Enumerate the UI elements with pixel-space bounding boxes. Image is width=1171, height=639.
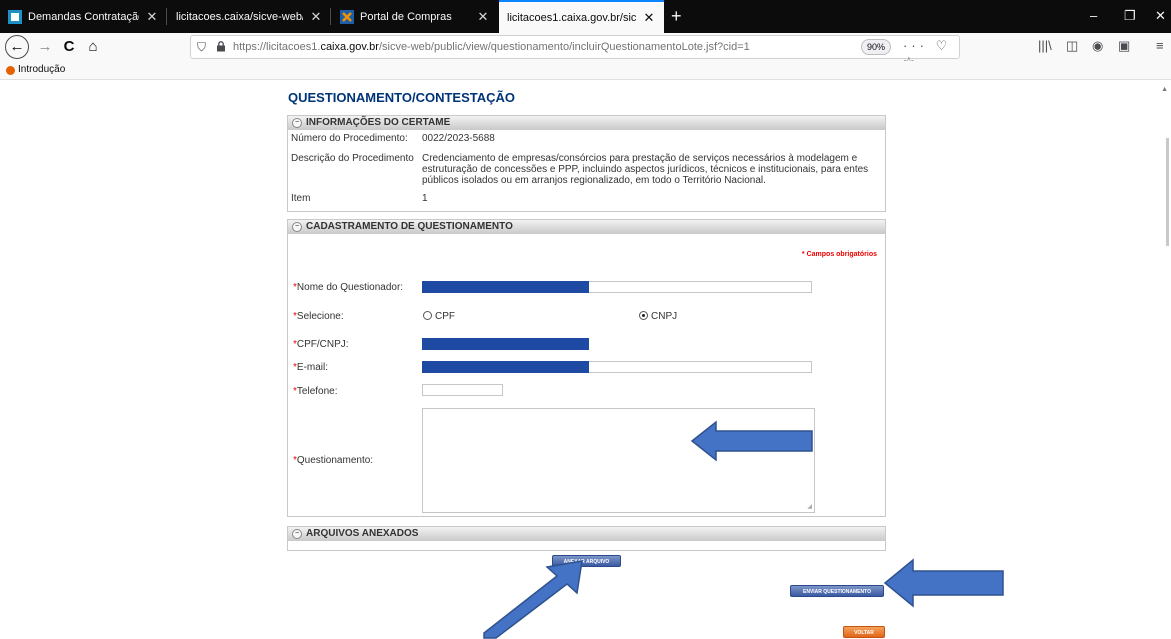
page-content: ▲ QUESTIONAMENTO/CONTESTAÇÃO − INFORMAÇÕ…: [0, 80, 1171, 639]
numero-value: 0022/2023-5688: [422, 133, 495, 144]
collapse-icon[interactable]: −: [292, 222, 302, 232]
tab-licitacoes-private[interactable]: licitacoes.caixa/sicve-web/private/ ✕: [168, 0, 331, 33]
bookmarks-toolbar: Introdução: [0, 61, 1171, 80]
tab-licitacoes1-active[interactable]: licitacoes1.caixa.gov.br/sicve-web/ ✕: [499, 0, 664, 33]
anexos-header[interactable]: − ARQUIVOS ANEXADOS: [288, 527, 885, 541]
close-tab-icon[interactable]: ✕: [642, 10, 656, 26]
library-icon[interactable]: |||\: [1038, 38, 1052, 53]
home-icon[interactable]: ⌂: [82, 36, 104, 58]
redaction-bar: [422, 281, 589, 293]
certame-panel: − INFORMAÇÕES DO CERTAME Número do Proce…: [287, 115, 886, 212]
caixa-logo-icon: [340, 9, 354, 24]
new-tab-button[interactable]: +: [671, 6, 682, 27]
tab-demandas[interactable]: Demandas Contratação ✕: [0, 0, 167, 33]
questionamento-label: *Questionamento:: [293, 455, 374, 466]
tab-bar: Demandas Contratação ✕ licitacoes.caixa/…: [0, 0, 1171, 33]
redaction-bar: [422, 361, 589, 373]
more-actions-icon[interactable]: ···: [903, 38, 928, 53]
annotation-arrow-left-icon: [690, 420, 813, 462]
annotation-arrow-left-icon: [883, 558, 1004, 608]
telefone-input[interactable]: [422, 384, 503, 396]
certame-header[interactable]: − INFORMAÇÕES DO CERTAME: [288, 116, 885, 130]
forward-icon[interactable]: →: [34, 36, 56, 58]
sharepoint-icon: [8, 9, 22, 24]
firefox-icon: [6, 66, 15, 75]
cadastro-panel: − CADASTRAMENTO DE QUESTIONAMENTO * Camp…: [287, 219, 886, 517]
navigation-toolbar: ← → C ⌂ ⛉ https://licitacoes1.caixa.gov.…: [0, 33, 1171, 69]
numero-label: Número do Procedimento:: [291, 133, 408, 144]
nome-label: *Nome do Questionador:: [293, 282, 404, 293]
minimize-button[interactable]: –: [1090, 8, 1097, 23]
pocket-icon[interactable]: ♡: [936, 38, 952, 53]
zoom-indicator[interactable]: 90%: [861, 39, 891, 55]
anexos-panel: − ARQUIVOS ANEXADOS: [287, 526, 886, 551]
tab-portal-compras[interactable]: Portal de Compras ✕: [332, 0, 498, 33]
url-bar[interactable]: ⛉ https://licitacoes1.caixa.gov.br/sicve…: [190, 35, 960, 69]
item-value: 1: [422, 193, 428, 204]
item-label: Item: [291, 193, 311, 204]
close-window-button[interactable]: ✕: [1155, 8, 1166, 24]
cpf-radio[interactable]: [423, 311, 432, 320]
cadastro-header[interactable]: − CADASTRAMENTO DE QUESTIONAMENTO: [288, 220, 885, 234]
tab-label: Portal de Compras: [360, 10, 452, 23]
cpf-option-label[interactable]: CPF: [435, 311, 455, 322]
account-icon[interactable]: ◉: [1092, 38, 1103, 54]
cpfcnpj-label: *CPF/CNPJ:: [293, 339, 349, 350]
shield-icon[interactable]: ⛉: [197, 40, 206, 55]
lock-icon[interactable]: [216, 41, 226, 52]
menu-icon[interactable]: ≡: [1156, 38, 1164, 53]
close-tab-icon[interactable]: ✕: [309, 9, 323, 25]
url-text[interactable]: https://licitacoes1.caixa.gov.br/sicve-w…: [233, 41, 750, 53]
descricao-value: Credenciamento de empresas/consórcios pa…: [422, 153, 869, 186]
back-icon[interactable]: ←: [5, 35, 29, 59]
bookmark-introducao[interactable]: Introdução: [18, 64, 65, 75]
collapse-icon[interactable]: −: [292, 529, 302, 539]
required-fields-note: * Campos obrigatórios: [801, 251, 877, 258]
sidebar-icon[interactable]: ◫: [1066, 38, 1078, 54]
collapse-icon[interactable]: −: [292, 118, 302, 128]
cnpj-option-label[interactable]: CNPJ: [651, 311, 677, 322]
extension-icon[interactable]: ▣: [1118, 38, 1130, 54]
enviar-questionamento-button[interactable]: ENVIAR QUESTIONAMENTO: [790, 585, 884, 597]
tab-label: Demandas Contratação: [28, 10, 139, 23]
restore-button[interactable]: ❐: [1124, 8, 1136, 24]
descricao-label: Descrição do Procedimento: [291, 153, 414, 164]
resize-grip-icon[interactable]: ◢: [807, 503, 812, 510]
cnpj-radio[interactable]: [639, 311, 648, 320]
redaction-bar: [422, 338, 589, 350]
reload-icon[interactable]: C: [58, 36, 80, 58]
scroll-up-icon[interactable]: ▲: [1161, 86, 1168, 93]
annotation-arrow-up-icon: [483, 560, 583, 639]
page-title: QUESTIONAMENTO/CONTESTAÇÃO: [288, 90, 516, 105]
tab-label: licitacoes.caixa/sicve-web/private/: [176, 10, 303, 23]
telefone-label: *Telefone:: [293, 386, 338, 397]
scrollbar-thumb[interactable]: [1166, 138, 1169, 246]
selecione-label: *Selecione:: [293, 311, 344, 322]
email-label: *E-mail:: [293, 362, 329, 373]
voltar-button[interactable]: VOLTAR: [843, 626, 885, 638]
tab-label: licitacoes1.caixa.gov.br/sicve-web/: [507, 11, 636, 24]
close-tab-icon[interactable]: ✕: [476, 9, 490, 25]
close-tab-icon[interactable]: ✕: [145, 9, 159, 25]
